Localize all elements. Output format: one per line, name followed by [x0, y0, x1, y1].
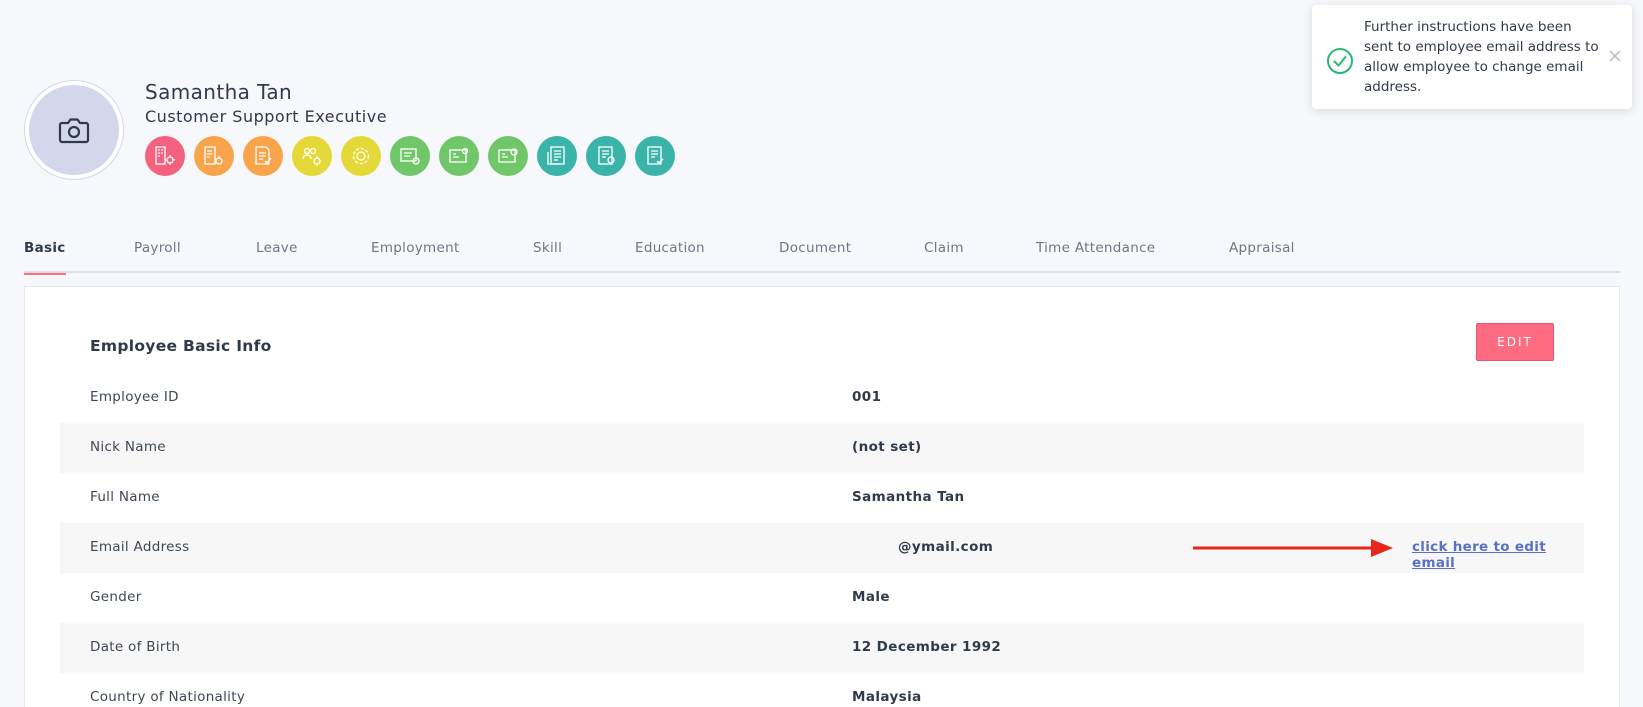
close-icon[interactable]: [1608, 49, 1622, 63]
employee-name: Samantha Tan: [145, 80, 293, 104]
id-card-icon[interactable]: [439, 136, 479, 176]
row-label: Nick Name: [90, 439, 166, 455]
info-row-gender: Gender Male: [60, 573, 1584, 623]
tab-claim[interactable]: Claim: [924, 240, 964, 256]
module-icons: [145, 136, 705, 176]
avatar[interactable]: [24, 80, 124, 180]
building-gear-icon[interactable]: [145, 136, 185, 176]
row-label: Gender: [90, 589, 142, 605]
row-value: Samantha Tan: [852, 489, 965, 505]
info-row-email-address: Email Address @ymail.com click here to e…: [60, 523, 1584, 573]
row-label: Date of Birth: [90, 639, 181, 655]
row-label: Full Name: [90, 489, 160, 505]
user-doc-icon[interactable]: [586, 136, 626, 176]
tab-document[interactable]: Document: [779, 240, 851, 256]
info-table: Employee ID 001 Nick Name (not set) Full…: [60, 373, 1584, 707]
tab-time-attendance[interactable]: Time Attendance: [1036, 240, 1155, 256]
profile-tabs: Basic Payroll Leave Employment Skill Edu…: [24, 228, 1620, 275]
tab-education[interactable]: Education: [635, 240, 705, 256]
list-doc-icon[interactable]: [537, 136, 577, 176]
info-row-full-name: Full Name Samantha Tan: [60, 473, 1584, 523]
tab-payroll[interactable]: Payroll: [134, 240, 181, 256]
row-label: Email Address: [90, 539, 190, 555]
info-row-employee-id: Employee ID 001: [60, 373, 1584, 423]
row-value: Malaysia: [852, 689, 922, 705]
document-check-icon[interactable]: [243, 136, 283, 176]
avatar-placeholder[interactable]: [29, 85, 119, 175]
toast-message: Further instructions have been sent to e…: [1364, 19, 1599, 95]
email-value: @ymail.com: [898, 539, 994, 555]
row-value: 12 December 1992: [852, 639, 1002, 655]
info-row-nick-name: Nick Name (not set): [60, 423, 1584, 473]
edit-button[interactable]: EDIT: [1476, 323, 1554, 361]
row-value: Male: [852, 589, 890, 605]
profile-header: Samantha Tan Customer Support Executive: [24, 80, 675, 180]
tab-skill[interactable]: Skill: [533, 240, 562, 256]
building-doc-icon[interactable]: [194, 136, 234, 176]
card-gear-icon[interactable]: [390, 136, 430, 176]
basic-info-card: Employee Basic Info EDIT Employee ID 001…: [24, 286, 1620, 707]
tab-leave[interactable]: Leave: [256, 240, 298, 256]
edit-email-link[interactable]: click here to edit email: [1412, 539, 1584, 571]
check-circle-icon: [1327, 48, 1353, 74]
info-row-date-of-birth: Date of Birth 12 December 1992: [60, 623, 1584, 673]
people-gear-icon[interactable]: [292, 136, 332, 176]
card-title: Employee Basic Info: [90, 337, 272, 355]
row-value: (not set): [852, 439, 922, 455]
tab-employment[interactable]: Employment: [371, 240, 460, 256]
id-card-badge-icon[interactable]: [488, 136, 528, 176]
employee-title: Customer Support Executive: [145, 107, 388, 126]
tab-appraisal[interactable]: Appraisal: [1229, 240, 1295, 256]
arrow-right-icon: [1193, 539, 1393, 557]
camera-icon: [58, 118, 90, 144]
gear-icon[interactable]: [341, 136, 381, 176]
user-list-icon[interactable]: [635, 136, 675, 176]
info-row-nationality: Country of Nationality Malaysia: [60, 673, 1584, 707]
row-label: Country of Nationality: [90, 689, 246, 705]
row-value: 001: [852, 389, 882, 405]
tab-basic[interactable]: Basic: [24, 240, 66, 275]
success-toast: Further instructions have been sent to e…: [1312, 5, 1632, 109]
row-label: Employee ID: [90, 389, 179, 405]
